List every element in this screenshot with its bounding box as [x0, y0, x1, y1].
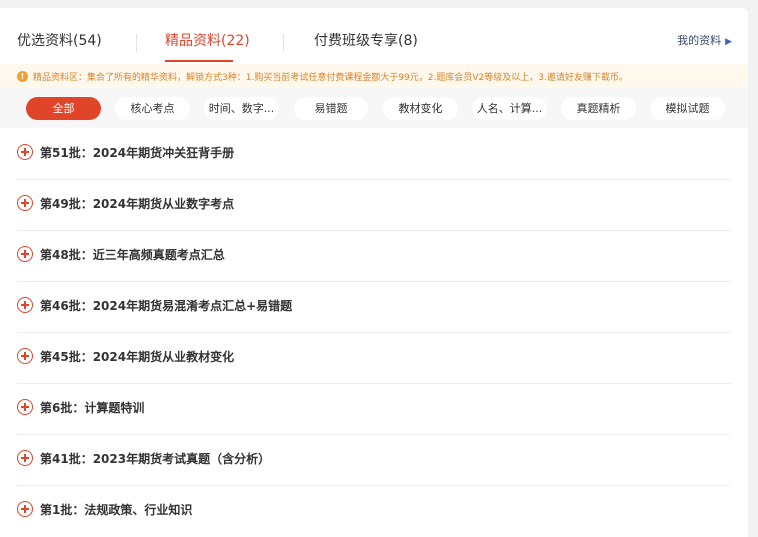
active-tab-indicator — [165, 60, 233, 62]
info-icon: ! — [17, 70, 28, 82]
list-item[interactable]: 第45批：2024年期货从业教材变化 — [17, 332, 731, 384]
filter-chip-names-calculation[interactable]: 人名、计算... — [472, 97, 547, 120]
tab-premium-materials[interactable]: 精品资料(22) — [165, 28, 250, 54]
list-item[interactable]: 第46批：2024年期货易混淆考点汇总+易错题 — [17, 281, 731, 333]
list-item[interactable]: 第48批：近三年高频真题考点汇总 — [17, 230, 731, 282]
list-item[interactable]: 第41批：2023年期货考试真题（含分析） — [17, 434, 731, 486]
plus-circle-icon[interactable] — [17, 246, 33, 262]
notice-text: 精品资料区：集合了所有的精华资料，解锁方式3种：1.购买当前考试任意付费课程金额… — [33, 72, 628, 83]
plus-circle-icon[interactable] — [17, 144, 33, 160]
filter-chip-past-exam-analysis[interactable]: 真题精析 — [561, 97, 636, 120]
filter-chip-core-points[interactable]: 核心考点 — [115, 97, 190, 120]
filter-chip-all[interactable]: 全部 — [26, 97, 101, 120]
list-item-label: 第1批：法规政策、行业知识 — [40, 503, 193, 517]
list-item-label: 第41批：2023年期货考试真题（含分析） — [40, 452, 271, 466]
my-materials-label: 我的资料 — [677, 34, 722, 47]
list-item-label: 第49批：2024年期货从业数字考点 — [40, 197, 235, 211]
plus-circle-icon[interactable] — [17, 195, 33, 211]
list-item[interactable]: 第51批：2024年期货冲关狂背手册 — [17, 128, 731, 180]
plus-circle-icon[interactable] — [17, 399, 33, 415]
my-materials-link[interactable]: 我的资料 ▶ — [677, 32, 732, 48]
list-item[interactable]: 第1批：法规政策、行业知识 — [17, 485, 731, 536]
triangle-right-icon: ▶ — [725, 37, 732, 47]
list-item-label: 第51批：2024年期货冲关狂背手册 — [40, 146, 235, 160]
list-item-label: 第45批：2024年期货从业教材变化 — [40, 350, 235, 364]
filter-bar: 全部 核心考点 时间、数字... 易错题 教材变化 人名、计算... 真题精析 … — [0, 88, 748, 128]
plus-circle-icon[interactable] — [17, 348, 33, 364]
list-item[interactable]: 第49批：2024年期货从业数字考点 — [17, 179, 731, 231]
filter-chip-textbook-changes[interactable]: 教材变化 — [383, 97, 458, 120]
notice-banner: ! 精品资料区：集合了所有的精华资料，解锁方式3种：1.购买当前考试任意付费课程… — [0, 64, 748, 88]
plus-circle-icon[interactable] — [17, 450, 33, 466]
tab-divider — [136, 34, 137, 52]
filter-chip-error-prone[interactable]: 易错题 — [294, 97, 368, 120]
list-item-label: 第46批：2024年期货易混淆考点汇总+易错题 — [40, 299, 293, 313]
list-item-label: 第48批：近三年高频真题考点汇总 — [40, 248, 225, 262]
plus-circle-icon[interactable] — [17, 501, 33, 517]
filter-chip-mock-tests[interactable]: 模拟试题 — [650, 97, 725, 120]
tab-divider — [283, 34, 284, 52]
tab-bar: 优选资料(54) 精品资料(22) 付费班级专享(8) 我的资料 ▶ — [0, 8, 748, 64]
materials-panel: 优选资料(54) 精品资料(22) 付费班级专享(8) 我的资料 ▶ ! 精品资料… — [0, 8, 748, 537]
tab-selected-materials[interactable]: 优选资料(54) — [17, 28, 102, 54]
filter-chip-time-numbers[interactable]: 时间、数字... — [204, 97, 279, 120]
tab-paid-class-materials[interactable]: 付费班级专享(8) — [314, 28, 418, 54]
list-item-label: 第6批：计算题特训 — [40, 401, 145, 415]
plus-circle-icon[interactable] — [17, 297, 33, 313]
list-item[interactable]: 第6批：计算题特训 — [17, 383, 731, 435]
